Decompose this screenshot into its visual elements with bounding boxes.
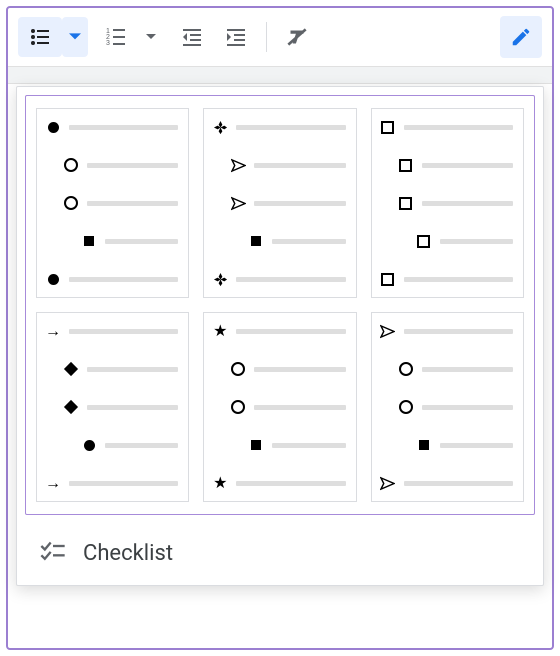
bullet-diamond-icon [63,361,79,377]
editing-mode-button[interactable] [500,16,542,58]
bullet-arrow-icon [45,323,61,339]
document-ruler-stripe [8,66,552,84]
bullet-circle-icon [63,195,79,211]
presets-highlight-panel [25,95,535,515]
preset-option-2[interactable] [203,108,356,298]
preset-option-5[interactable] [203,312,356,502]
bullet-square-icon [81,233,97,249]
checklist-icon [39,539,67,567]
bullet-open-square-icon [398,195,414,211]
preset-option-6[interactable] [371,312,524,502]
bullet-disc-icon [81,437,97,453]
bullet-open-square-icon [398,157,414,173]
checklist-label: Checklist [83,541,173,566]
bulleted-list-dropdown[interactable] [62,17,88,57]
numbered-list-button[interactable]: 123 [94,17,138,57]
increase-indent-button[interactable] [214,17,258,57]
bullet-fourdiamond-icon [212,271,228,287]
bullet-open-square-icon [380,271,396,287]
bullet-star-icon [212,475,228,491]
svg-text:3: 3 [106,40,110,47]
bullet-circle-icon [398,361,414,377]
toolbar: 123 [8,8,552,66]
toolbar-divider [266,22,267,52]
checklist-option[interactable]: Checklist [17,523,543,575]
bullet-open-square-icon [416,233,432,249]
bulleted-list-button[interactable] [18,17,62,57]
bullet-diamond-icon [63,399,79,415]
bullet-open-square-icon [380,119,396,135]
bullet-circle-icon [398,399,414,415]
bullet-arrow-icon [45,475,61,491]
clear-formatting-button[interactable] [275,17,319,57]
chevron-down-icon [146,32,156,42]
bullet-star-icon [212,323,228,339]
bullet-presets-popover: Checklist [16,86,544,586]
bullet-send-icon [230,157,246,173]
bullet-square-icon [248,233,264,249]
bullet-square-icon [416,437,432,453]
bullet-send-icon [230,195,246,211]
preset-option-1[interactable] [36,108,189,298]
decrease-indent-button[interactable] [170,17,214,57]
bullet-circle-icon [230,361,246,377]
numbered-list-dropdown[interactable] [138,17,164,57]
bullet-circle-icon [63,157,79,173]
pencil-icon [510,26,532,48]
preset-option-4[interactable] [36,312,189,502]
bullet-disc-icon [45,119,61,135]
chevron-down-icon [69,31,81,43]
bullet-disc-icon [45,271,61,287]
preset-option-3[interactable] [371,108,524,298]
bullet-send-icon [380,475,396,491]
bullet-send-icon [380,323,396,339]
bullet-square-icon [248,437,264,453]
preset-grid [36,108,524,502]
bullet-circle-icon [230,399,246,415]
bullet-fourdiamond-icon [212,119,228,135]
